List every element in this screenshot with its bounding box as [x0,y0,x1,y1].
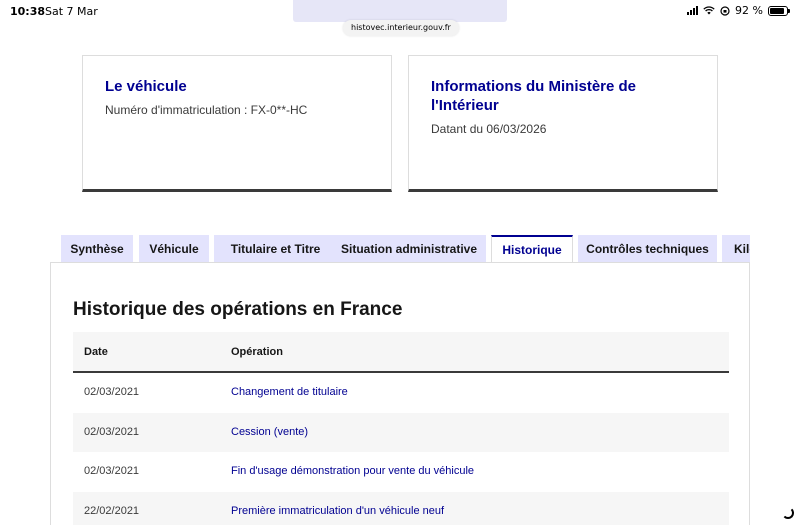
column-header-date: Date [84,346,108,358]
table-row: 02/03/2021 Fin d'usage démonstration pou… [73,452,729,492]
history-title: Historique des opérations en France [73,299,403,320]
tab-historique[interactable]: Historique [491,235,573,263]
wifi-icon [703,6,715,15]
row-operation: Cession (vente) [231,425,309,438]
tab-kilometrage[interactable]: Kilométrage [722,235,750,263]
url-bar[interactable]: histovec.interieur.gouv.fr [343,20,459,36]
orientation-lock-icon [720,5,730,16]
history-table: Date Opération 02/03/2021 Changement de … [73,332,729,525]
loading-spinner-icon [782,507,794,519]
cellular-signal-icon [687,6,699,15]
table-row: 22/02/2021 Première immatriculation d'un… [73,491,729,525]
tab-controles-techniques[interactable]: Contrôles techniques [578,235,717,263]
column-header-operation: Opération [231,346,283,358]
tab-bar: Synthèse Véhicule Titulaire et Titre Sit… [61,235,750,263]
row-operation: Fin d'usage démonstration pour vente du … [231,465,475,477]
row-date: 02/03/2021 [84,465,140,477]
vehicle-card-title: Le véhicule [105,78,187,95]
ministry-data-date: Datant du 06/03/2026 [431,122,547,136]
registration-number: Numéro d'immatriculation : FX-0**-HC [105,103,308,117]
vehicle-card: Le véhicule Numéro d'immatriculation : F… [82,55,392,192]
row-date: 22/02/2021 [84,504,140,517]
row-operation: Première immatriculation d'un véhicule n… [231,504,445,517]
ministry-card: Informations du Ministère de l'Intérieur… [408,55,718,192]
row-date: 02/03/2021 [84,425,140,438]
tab-synthese[interactable]: Synthèse [61,235,133,263]
top-banner-button[interactable] [293,0,507,22]
table-row: 02/03/2021 Changement de titulaire [73,373,729,413]
battery-percentage: 92 % [735,4,763,17]
ministry-card-title: Informations du Ministère de l'Intérieur [431,78,637,114]
row-operation: Changement de titulaire [231,386,348,398]
table-header: Date Opération [73,332,729,373]
status-indicators: 92 % [687,4,790,17]
row-date: 02/03/2021 [84,386,140,398]
history-panel: Historique des opérations en France Date… [50,262,750,525]
battery-icon [768,5,790,16]
status-time: 10:38 [10,5,46,18]
tab-vehicule[interactable]: Véhicule [139,235,209,263]
status-date: Sat 7 Mar [45,5,98,18]
tab-titulaire[interactable]: Titulaire et Titre [214,235,337,263]
table-row: 02/03/2021 Cession (vente) [73,412,729,452]
tab-situation-administrative[interactable]: Situation administrative [332,235,486,263]
